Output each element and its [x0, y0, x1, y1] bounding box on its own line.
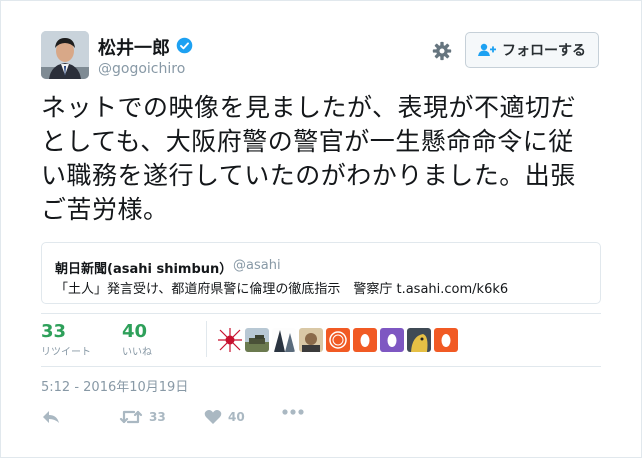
quoted-tweet-handle: @asahi: [233, 258, 281, 273]
retweet-action-count: 33: [149, 410, 166, 424]
heart-icon: [204, 410, 222, 424]
retweet-button[interactable]: 33: [119, 409, 166, 425]
more-button[interactable]: [282, 409, 304, 415]
follow-button-label: フォローする: [502, 43, 586, 59]
likers-avatars: [218, 328, 458, 352]
liker-avatar[interactable]: [245, 328, 269, 352]
retweet-count: 33: [41, 321, 67, 342]
quoted-tweet-name: 朝日新聞(asahi shimbun）: [55, 262, 233, 277]
avatar[interactable]: [41, 31, 89, 79]
verified-icon: [176, 37, 193, 54]
like-stat[interactable]: 40 いいね: [122, 321, 152, 358]
reply-button[interactable]: [41, 409, 61, 425]
retweet-label: リツイート: [41, 347, 91, 358]
liker-avatar[interactable]: [353, 328, 377, 352]
like-button[interactable]: 40: [204, 409, 245, 425]
divider: [41, 313, 601, 314]
divider: [206, 321, 207, 357]
liker-avatar[interactable]: [326, 328, 350, 352]
reply-icon: [43, 411, 59, 423]
user-handle[interactable]: @gogoichiro: [98, 61, 185, 77]
follow-person-icon: [478, 43, 496, 56]
follow-button[interactable]: フォローする: [465, 32, 599, 68]
liker-avatar[interactable]: [380, 328, 404, 352]
retweet-icon: [119, 410, 143, 424]
liker-avatar[interactable]: [218, 328, 242, 352]
liker-avatar[interactable]: [299, 328, 323, 352]
tweet-text-line: い職務を遂行していたのがわかりました。出張: [41, 161, 576, 190]
tweet-text: ネットでの映像を見ましたが、表現が不適切だ としても、大阪府警の警官が一生懸命命…: [41, 91, 601, 227]
quoted-tweet[interactable]: 朝日新聞(asahi shimbun） @asahi 「土人」発言受け、都道府県…: [41, 242, 601, 304]
user-name[interactable]: 松井一郎: [98, 34, 170, 60]
gear-icon[interactable]: [432, 41, 452, 61]
tweet-card: 松井一郎 @gogoichiro フォローする ネットでの映像を見ましたが、表現: [0, 0, 642, 458]
retweet-stat[interactable]: 33 リツイート: [41, 321, 91, 358]
divider: [41, 366, 601, 367]
like-action-count: 40: [228, 410, 245, 424]
tweet-text-line: ご苦労様。: [41, 195, 169, 224]
like-label: いいね: [122, 347, 152, 358]
quoted-tweet-text: 「土人」発言受け、都道府県警に倫理の徹底指示 警察庁 t.asahi.com/k…: [55, 282, 509, 297]
tweet-text-line: としても、大阪府警の警官が一生懸命命令に従: [41, 127, 574, 156]
liker-avatar[interactable]: [272, 328, 296, 352]
more-icon: [282, 409, 304, 415]
tweet-text-line: ネットでの映像を見ましたが、表現が不適切だ: [41, 93, 577, 122]
like-count: 40: [122, 321, 148, 342]
timestamp[interactable]: 5:12 - 2016年10月19日: [41, 376, 188, 395]
liker-avatar[interactable]: [434, 328, 458, 352]
liker-avatar[interactable]: [407, 328, 431, 352]
